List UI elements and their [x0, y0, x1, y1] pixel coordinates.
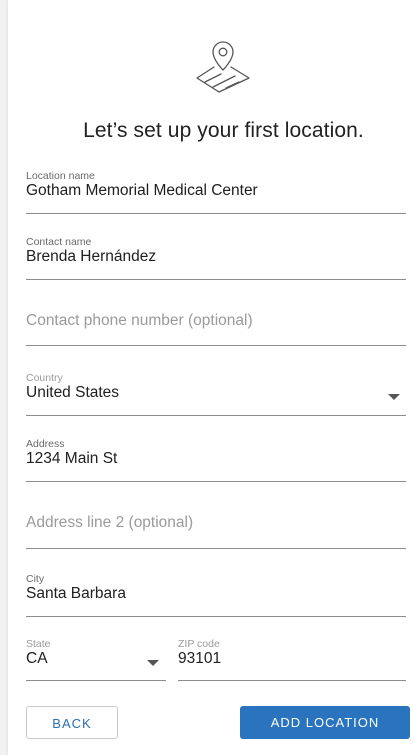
- city-field[interactable]: City Santa Barbara: [26, 573, 406, 603]
- address-label: Address: [26, 438, 65, 450]
- contact-name-label: Contact name: [26, 236, 92, 248]
- contact-phone-input[interactable]: Contact phone number (optional): [26, 312, 406, 330]
- country-label: Country: [26, 372, 63, 384]
- location-name-underline: [26, 213, 406, 214]
- address-input[interactable]: 1234 Main St: [26, 450, 406, 468]
- address-line-2-input[interactable]: Address line 2 (optional): [26, 514, 406, 532]
- country-dropdown-caret-icon[interactable]: [388, 394, 400, 400]
- city-label: City: [26, 573, 45, 585]
- city-underline: [26, 616, 406, 617]
- zip-code-label: ZIP code: [178, 638, 220, 650]
- page-title: Let’s set up your first location.: [83, 119, 364, 142]
- address-line-2-underline: [26, 548, 406, 549]
- address-line-2-field[interactable]: Address line 2 (optional): [26, 514, 406, 532]
- zip-code-underline: [178, 680, 406, 681]
- address-field[interactable]: Address 1234 Main St: [26, 438, 406, 468]
- location-name-field[interactable]: Location name Gotham Memorial Medical Ce…: [26, 170, 406, 200]
- contact-name-underline: [26, 279, 406, 280]
- state-label: State: [26, 638, 51, 650]
- zip-code-input[interactable]: 93101: [178, 650, 406, 668]
- city-input[interactable]: Santa Barbara: [26, 585, 406, 603]
- country-select[interactable]: Country United States: [26, 372, 406, 402]
- state-value[interactable]: CA: [26, 650, 166, 668]
- contact-name-field[interactable]: Contact name Brenda Hernández: [26, 236, 406, 266]
- state-dropdown-caret-icon[interactable]: [147, 660, 159, 666]
- back-button[interactable]: BACK: [26, 706, 118, 739]
- country-value[interactable]: United States: [26, 384, 406, 402]
- country-underline: [26, 415, 406, 416]
- location-name-label: Location name: [26, 170, 95, 182]
- zip-code-field[interactable]: ZIP code 93101: [178, 638, 406, 668]
- address-underline: [26, 481, 406, 482]
- contact-phone-underline: [26, 345, 406, 346]
- location-setup-card: Let’s set up your first location. Locati…: [8, 0, 413, 755]
- location-name-input[interactable]: Gotham Memorial Medical Center: [26, 182, 406, 200]
- contact-name-input[interactable]: Brenda Hernández: [26, 248, 406, 266]
- add-location-button[interactable]: ADD LOCATION: [240, 706, 410, 739]
- state-select[interactable]: State CA: [26, 638, 166, 668]
- state-underline: [26, 680, 166, 681]
- contact-phone-field[interactable]: Contact phone number (optional): [26, 312, 406, 330]
- map-pin-icon: [193, 36, 253, 96]
